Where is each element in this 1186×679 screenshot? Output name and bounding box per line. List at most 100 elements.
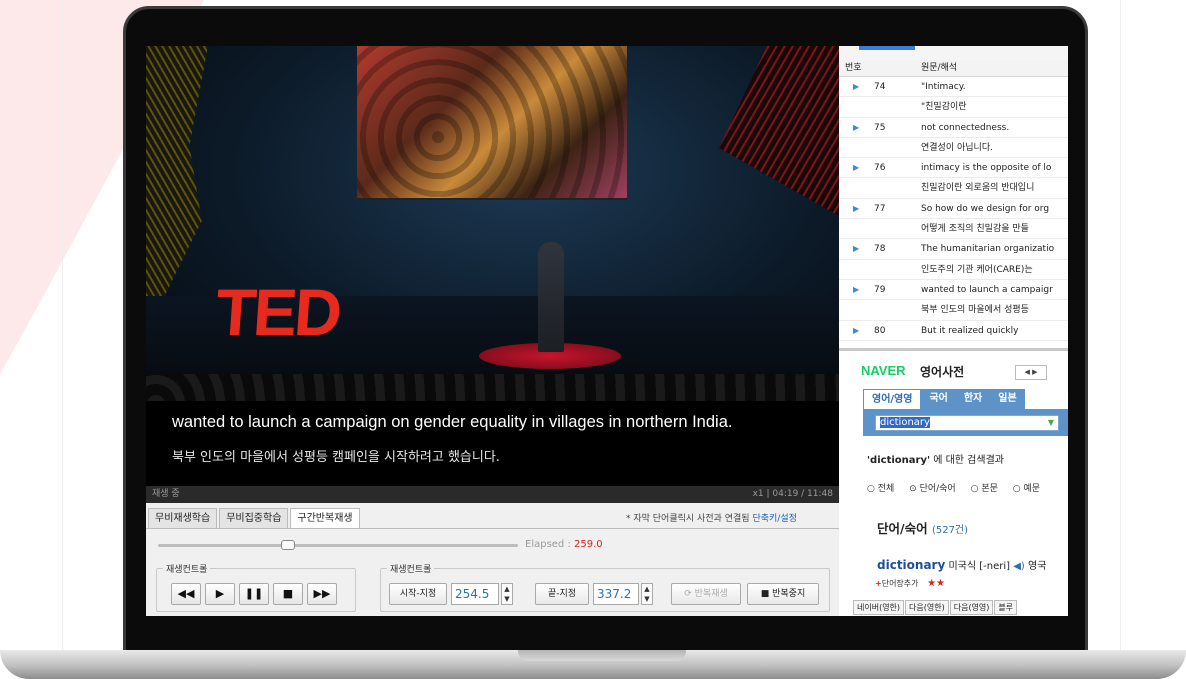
script-row[interactable]: ▶ 78 The humanitarian organizatio — [839, 239, 1068, 260]
end-time-input[interactable]: 337.2 — [593, 583, 639, 605]
row-expand-arrow-icon[interactable]: ▶ — [853, 158, 859, 177]
tab-english[interactable]: 영어/영영 — [863, 389, 922, 409]
tab-divider — [146, 528, 839, 529]
row-text: 어떻게 조직의 친밀감을 만들 — [921, 224, 1029, 235]
naver-logo: NAVER — [861, 363, 906, 378]
result-suffix: 에 대한 검색결과 — [930, 455, 1004, 466]
script-row[interactable]: ▶ 80 But it realized quickly — [839, 321, 1068, 341]
source-tab-naver-en-ko[interactable]: 네이버(영한) — [853, 600, 905, 615]
stop-button[interactable]: ■ — [273, 583, 303, 605]
script-row[interactable]: 어떻게 조직의 친밀감을 만들 — [839, 219, 1068, 240]
row-text: "친밀감이란 — [921, 102, 967, 113]
sidebar-top-strip — [839, 46, 1068, 60]
script-row[interactable]: ▶ 77 So how do we design for org — [839, 199, 1068, 220]
dropdown-arrow-icon[interactable]: ▼ — [1048, 416, 1054, 430]
ted-logo: TED — [213, 275, 342, 349]
row-text: 연결성이 아닙니다. — [921, 142, 993, 153]
entry-word[interactable]: dictionary — [877, 558, 945, 572]
hint-text: * 자막 단어클릭시 사전과 연결됨 — [626, 514, 750, 524]
tab-movie-play-study[interactable]: 무비재생학습 — [148, 508, 218, 528]
script-row[interactable]: 친밀감이란 외로움의 반대입니 — [839, 178, 1068, 199]
subtitle-korean[interactable]: 북부 인도의 마을에서 성평등 캠페인을 시작하려고 했습니다. — [172, 446, 500, 465]
stop-repeat-button[interactable]: ■ 반복중지 — [747, 583, 819, 605]
plus-icon: + — [875, 579, 882, 588]
start-time-spinner[interactable]: ▲ ▼ — [501, 583, 513, 605]
forward-button[interactable]: ▶▶ — [307, 583, 337, 605]
row-text: not connectedness. — [921, 122, 1010, 133]
source-tab-daum-en-en[interactable]: 다음(영영) — [949, 600, 994, 615]
section-title-text: 단어/숙어 — [877, 521, 928, 536]
source-tab-blue[interactable]: 블루 — [994, 600, 1018, 615]
script-row[interactable]: 연결성이 아닙니다. — [839, 138, 1068, 159]
row-text: 북부 인도의 마을에서 성평등 — [921, 305, 1029, 316]
script-row[interactable]: ▶ 79 wanted to launch a campaigr — [839, 280, 1068, 301]
add-to-wordbook-button[interactable]: +단어장추가 — [875, 579, 919, 588]
filter-all[interactable]: ○ 전체 — [867, 484, 900, 494]
row-text: The humanitarian organizatio — [921, 244, 1055, 255]
row-expand-arrow-icon[interactable]: ▶ — [853, 321, 859, 340]
filter-words[interactable]: ⊙ 단어/숙어 — [909, 484, 962, 494]
script-row[interactable]: ▶ 74 "Intimacy. — [839, 77, 1068, 98]
dictionary-search-input[interactable]: dictionary ▼ — [875, 415, 1059, 431]
row-text: intimacy is the opposite of lo — [921, 163, 1052, 174]
study-control-panel: 무비재생학습 무비집중학습 구간반복재생 * 자막 단어클릭시 사전과 연결됨 … — [146, 503, 839, 616]
sidebar-top-tab[interactable] — [859, 46, 915, 50]
seek-slider[interactable] — [158, 540, 518, 550]
shortcut-settings-link[interactable]: 단축키/설정 — [752, 514, 796, 524]
elapsed-value: 259.0 — [574, 539, 603, 550]
filter-examples[interactable]: ○ 예문 — [1013, 484, 1046, 494]
seek-slider-knob[interactable] — [280, 540, 295, 550]
set-end-button[interactable]: 끝-지정 — [535, 583, 589, 605]
app-window: TED wanted to launch a campaign on gende… — [146, 46, 1068, 616]
set-start-button[interactable]: 시작-지정 — [389, 583, 447, 605]
subtitle-english[interactable]: wanted to launch a campaign on gender eq… — [172, 413, 732, 432]
row-text: But it realized quickly — [921, 325, 1019, 336]
row-expand-arrow-icon[interactable]: ▶ — [853, 239, 859, 258]
row-number: 76 — [874, 163, 886, 174]
start-time-input[interactable]: 254.5 — [451, 583, 499, 605]
row-number: 75 — [874, 122, 886, 133]
add-word-row: +단어장추가 ★★ — [875, 578, 945, 589]
refresh-icon: ⟳ — [684, 589, 695, 599]
section-title: 단어/숙어 (527건) — [877, 518, 968, 537]
tab-japanese[interactable]: 일본 — [990, 389, 1025, 409]
laptop-notch — [518, 650, 686, 661]
row-expand-arrow-icon[interactable]: ▶ — [853, 118, 859, 137]
dictionary-nav-arrows[interactable]: ◀ ▶ — [1015, 365, 1047, 380]
script-row[interactable]: ▶ 75 not connectedness. — [839, 118, 1068, 138]
tab-section-repeat[interactable]: 구간반복재생 — [290, 508, 360, 529]
tab-movie-focus-study[interactable]: 무비집중학습 — [219, 508, 289, 528]
video-player[interactable]: TED wanted to launch a campaign on gende… — [146, 46, 839, 486]
dictionary-hint: * 자막 단어클릭시 사전과 연결됨 단축키/설정 — [626, 511, 797, 524]
audience-silhouettes — [146, 374, 839, 401]
row-expand-arrow-icon[interactable]: ▶ — [853, 77, 859, 96]
playback-state: 재생 중 — [152, 489, 180, 499]
dictionary-source-tabs: 네이버(영한) 다음(영한) 다음(영영) 블루 — [853, 600, 1018, 615]
row-expand-arrow-icon[interactable]: ▶ — [853, 280, 859, 299]
script-row[interactable]: 북부 인도의 마을에서 성평등 — [839, 300, 1068, 321]
filter-body[interactable]: ○ 본문 — [971, 484, 1004, 494]
elapsed-display: Elapsed : 259.0 — [525, 539, 603, 550]
script-sidebar: 번호 원문/해석 ▶ 74 "Intimacy. "친밀감이란 ▶ 75 not conne… — [839, 46, 1068, 616]
script-row[interactable]: "친밀감이란 — [839, 97, 1068, 118]
end-time-spinner[interactable]: ▲ ▼ — [641, 583, 653, 605]
script-row[interactable]: 인도주의 기관 케어(CARE)는 — [839, 260, 1068, 280]
script-row[interactable]: ▶ 76 intimacy is the opposite of lo — [839, 158, 1068, 179]
script-grid-body: ▶ 74 "Intimacy. "친밀감이란 ▶ 75 not connectedness.… — [839, 77, 1068, 341]
result-heading: 'dictionary' 에 대한 검색결과 — [867, 451, 1004, 466]
play-button[interactable]: ▶ — [205, 583, 235, 605]
speaker-icon[interactable]: ◀) — [1013, 561, 1025, 572]
section-repeat-group: 재생컨트롤 시작-지정 254.5 ▲ ▼ 끝-지정 337.2 ▲ ▼ ⟳ 반복재… — [380, 562, 830, 612]
row-expand-arrow-icon[interactable]: ▶ — [853, 199, 859, 218]
repeat-play-button[interactable]: ⟳ 반복재생 — [671, 583, 741, 605]
pause-button[interactable]: ❚❚ — [239, 583, 269, 605]
speaker-figure — [538, 242, 564, 352]
stop-square-icon: ■ — [760, 589, 773, 599]
tab-korean[interactable]: 국어 — [921, 389, 956, 409]
source-tab-daum-en-ko[interactable]: 다음(영한) — [905, 600, 949, 615]
rewind-button[interactable]: ◀◀ — [171, 583, 201, 605]
playback-time-info: x1 | 04:19 / 11:48 — [752, 489, 833, 499]
row-text: 친밀감이란 외로움의 반대입니 — [921, 183, 1035, 194]
tab-hanja[interactable]: 한자 — [955, 389, 991, 409]
dictionary-tabs: 영어/영영 국어 한자 일본 — [863, 389, 1025, 409]
